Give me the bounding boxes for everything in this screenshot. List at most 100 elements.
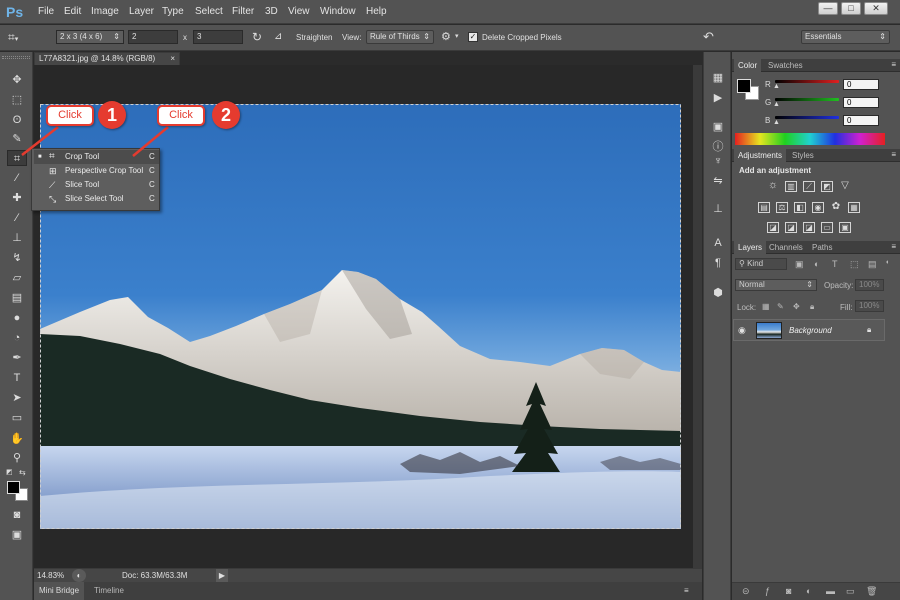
eye-visibility-icon[interactable]: ◉ — [738, 325, 746, 336]
adjustments-panel-tabs: Adjustments Styles ≡ — [732, 149, 900, 162]
updown-icon: ⇕ — [806, 280, 813, 289]
tab-swatches[interactable]: Swatches — [764, 59, 807, 72]
layer-row-background[interactable]: ◉ Background 🔒︎ — [733, 319, 885, 341]
opacity-label: Opacity: — [824, 281, 854, 290]
threshold-icon[interactable]: ◪ — [803, 222, 815, 233]
channel-r-label: R — [765, 80, 771, 89]
collapsed-panels-strip: ▦ ▶ ▣ ⓘ ♆ ⇋ ⊥ A ¶ ⬢ — [703, 52, 731, 600]
tab-paths[interactable]: Paths — [808, 241, 836, 254]
callout-1-pointer — [21, 126, 59, 156]
channel-mixer-icon[interactable]: ✿ — [830, 202, 842, 213]
status-bar: 14.83% ◐ Doc: 63.3M/63.3M ▶ — [34, 568, 702, 582]
lock-pixels-icon[interactable]: ✎ — [777, 302, 784, 311]
3d-panel-icon[interactable]: ⬢ — [711, 286, 725, 300]
photo-filter-icon[interactable]: ◉ — [812, 202, 824, 213]
posterize-icon[interactable]: ◪ — [785, 222, 797, 233]
filter-shape-icon[interactable]: ⬚ — [850, 259, 859, 270]
lock-label: Lock: — [737, 303, 757, 312]
slider-thumb-icon[interactable]: ▲ — [773, 119, 780, 126]
vibrance-icon[interactable]: ▽ — [839, 181, 851, 192]
panel-menu-icon[interactable]: ≡ — [891, 150, 896, 159]
blend-mode-select[interactable]: Normal ⇕ — [735, 279, 817, 291]
search-icon: ⚲ — [739, 259, 748, 268]
levels-icon[interactable]: ▥ — [785, 181, 797, 192]
callout-2-pointer — [132, 126, 169, 157]
exposure-icon[interactable]: ◩ — [821, 181, 833, 192]
tab-adjustments[interactable]: Adjustments — [734, 149, 787, 162]
color-panel-tabs: Color Swatches ≡ — [732, 59, 900, 72]
filter-pixel-icon[interactable]: ▣ — [795, 259, 804, 270]
history-panel-icon[interactable]: ▦ — [711, 71, 725, 85]
new-group-icon[interactable]: ▬ — [826, 586, 835, 596]
selective-color-icon[interactable]: ▣ — [839, 222, 851, 233]
slider-thumb-icon[interactable]: ▲ — [773, 101, 780, 108]
info-icon[interactable]: ⓘ — [711, 140, 725, 154]
document-size: Doc: 63.3M/63.3M — [122, 571, 188, 580]
channel-b-label: B — [765, 116, 771, 125]
lock-transparent-icon[interactable]: ▦ — [762, 302, 770, 311]
color-spectrum-ramp[interactable] — [735, 133, 885, 145]
bottom-panel-tabs: Mini Bridge Timeline ≡ — [34, 582, 702, 600]
lock-position-icon[interactable]: ✥ — [793, 302, 800, 311]
channel-b-value[interactable]: 0 — [843, 115, 879, 126]
lock-all-icon[interactable]: 🔒︎ — [810, 302, 814, 312]
filter-kind-value: Kind — [747, 259, 764, 268]
clone-source-icon[interactable]: ⊥ — [711, 202, 725, 216]
properties-icon[interactable]: ▣ — [711, 120, 725, 134]
fill-input[interactable]: 100% — [855, 300, 884, 312]
layers-panel-tabs: Layers Channels Paths ≡ — [732, 241, 900, 254]
panel-menu-icon[interactable]: ≡ — [891, 242, 896, 251]
opacity-input[interactable]: 100% — [855, 279, 884, 291]
gradient-map-icon[interactable]: ▭ — [821, 222, 833, 233]
trash-icon[interactable]: 🗑︎ — [866, 586, 877, 597]
status-info-icon[interactable]: ◐ — [72, 569, 86, 582]
black-white-icon[interactable]: ◧ — [794, 202, 806, 213]
filter-adjustment-icon[interactable]: ◐ — [814, 259, 819, 269]
filter-smart-object-icon[interactable]: ▤ — [868, 259, 877, 270]
slider-thumb-icon[interactable]: ▲ — [773, 83, 780, 90]
curves-icon[interactable]: ⟋ — [803, 181, 815, 192]
fill-label: Fill: — [840, 303, 853, 312]
channel-r-slider[interactable] — [775, 80, 839, 83]
filter-type-icon[interactable]: T — [832, 259, 838, 269]
filter-toggle-icon[interactable]: ◖ — [885, 259, 889, 266]
hue-saturation-icon[interactable]: ▤ — [758, 202, 770, 213]
foreground-color-swatch[interactable] — [737, 79, 751, 93]
channel-g-label: G — [765, 98, 772, 107]
tab-color[interactable]: Color — [734, 59, 762, 72]
tab-styles[interactable]: Styles — [788, 149, 818, 162]
tab-timeline[interactable]: Timeline — [89, 582, 129, 600]
status-menu-arrow-icon[interactable]: ▶ — [216, 569, 228, 582]
new-layer-icon[interactable]: ▭ — [846, 586, 855, 597]
adjustments-heading: Add an adjustment — [739, 166, 812, 175]
add-mask-icon[interactable]: ◙ — [786, 586, 791, 596]
new-adjustment-icon[interactable]: ◐ — [806, 586, 811, 596]
layer-filter-kind-select[interactable]: ⚲ Kind — [735, 258, 787, 270]
color-balance-icon[interactable]: ⚖ — [776, 202, 788, 213]
invert-icon[interactable]: ◪ — [767, 222, 779, 233]
character-panel-icon[interactable]: A — [711, 236, 725, 250]
actions-play-icon[interactable]: ▶ — [711, 91, 725, 105]
fx-icon[interactable]: ƒ — [765, 586, 770, 596]
link-layers-icon[interactable]: ⊝ — [742, 586, 750, 597]
brightness-contrast-icon[interactable]: ☼ — [767, 180, 779, 192]
layer-thumbnail — [756, 322, 782, 339]
panel-menu-icon[interactable]: ≡ — [891, 60, 896, 69]
brush-presets-icon[interactable]: ♆ — [711, 154, 725, 168]
tab-layers[interactable]: Layers — [734, 241, 767, 254]
step-badge-2: 2 — [212, 101, 240, 129]
tab-channels[interactable]: Channels — [765, 241, 807, 254]
tab-mini-bridge[interactable]: Mini Bridge — [34, 582, 85, 600]
zoom-level[interactable]: 14.83% — [37, 571, 64, 580]
brush-panel-icon[interactable]: ⇋ — [711, 174, 725, 188]
callout-click-2: Click — [157, 105, 205, 126]
channel-b-slider[interactable] — [775, 116, 839, 119]
color-lookup-icon[interactable]: ▦ — [848, 202, 860, 213]
channel-r-value[interactable]: 0 — [843, 79, 879, 90]
channel-g-value[interactable]: 0 — [843, 97, 879, 108]
callout-click-1: Click — [46, 105, 94, 126]
panel-menu-icon[interactable]: ≡ — [684, 586, 689, 595]
paragraph-panel-icon[interactable]: ¶ — [711, 256, 725, 270]
layer-name[interactable]: Background — [789, 326, 832, 335]
channel-g-slider[interactable] — [775, 98, 839, 101]
